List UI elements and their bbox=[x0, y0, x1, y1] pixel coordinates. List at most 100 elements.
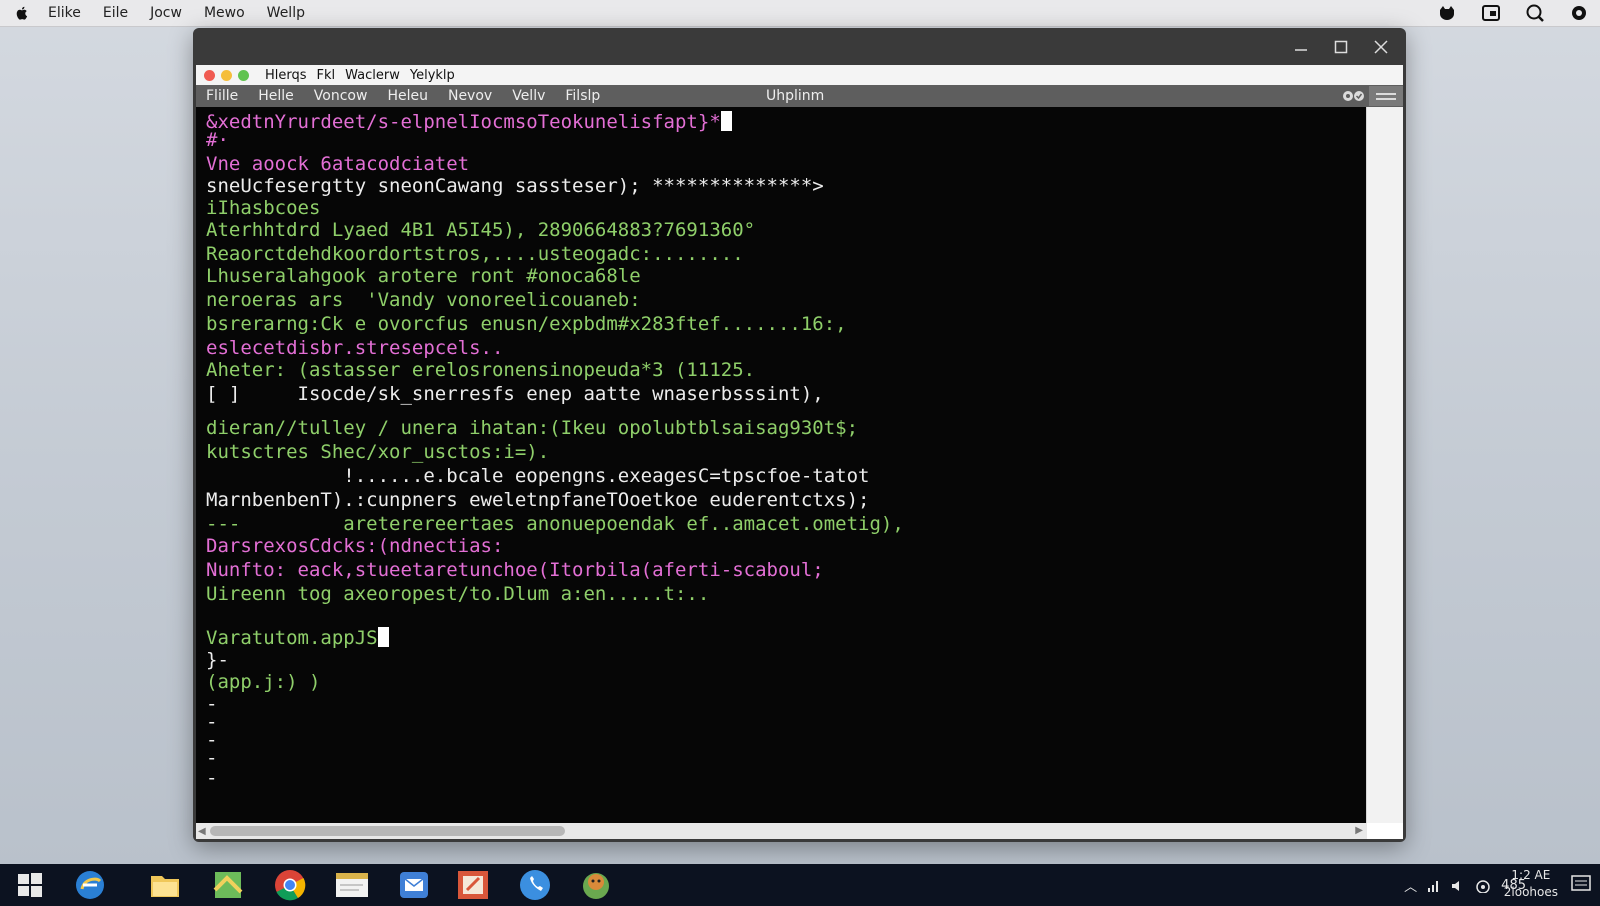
terminal-line: &xedtnYrurdeet/s-elpnelIocmsoTeokunelisf… bbox=[206, 111, 732, 133]
close-button[interactable] bbox=[1368, 36, 1394, 58]
terminal-line: #· bbox=[206, 129, 229, 151]
volume-icon[interactable] bbox=[1451, 879, 1465, 893]
tab-item-3[interactable]: Waclerw bbox=[345, 68, 400, 83]
settings-button[interactable] bbox=[1339, 87, 1369, 105]
terminal-line: Varatutom.appJS bbox=[206, 627, 389, 649]
green-dot-icon[interactable] bbox=[238, 69, 249, 81]
terminal-line-text: iIhasbcoes bbox=[206, 197, 321, 219]
minimize-icon bbox=[1295, 49, 1307, 51]
ie-browser-icon[interactable] bbox=[72, 868, 108, 902]
window-titlebar[interactable] bbox=[193, 28, 1406, 66]
settings-check-icon bbox=[1343, 91, 1364, 101]
app-menu-item-1[interactable]: Flille bbox=[206, 88, 238, 104]
clock-time: 1:2 AE bbox=[1511, 868, 1551, 882]
terminal-line: MarnbenbenT).:cunpners eweletnpfaneTOoet… bbox=[206, 489, 869, 511]
signal-icon[interactable] bbox=[1427, 879, 1441, 893]
terminal-line-text: (app.j:) ) bbox=[206, 671, 321, 693]
terminal-line: Reaorctdehdkoordortstros,....usteogadc:.… bbox=[206, 243, 744, 265]
terminal-line-text: MarnbenbenT).:cunpners eweletnpfaneTOoet… bbox=[206, 489, 870, 511]
yellow-dot-icon[interactable] bbox=[221, 69, 232, 81]
cat-icon[interactable] bbox=[1436, 2, 1458, 24]
wifi-icon[interactable] bbox=[1475, 879, 1491, 893]
menubar-item-2[interactable]: Eile bbox=[103, 5, 128, 21]
terminal-line: eslecetdisbr.stresepcels.. bbox=[206, 337, 503, 359]
tab-item-1[interactable]: Hlerqs bbox=[265, 68, 307, 83]
terminal-line: (app.j:) ) bbox=[206, 671, 320, 693]
window-icon[interactable] bbox=[1480, 2, 1502, 24]
inner-tabbar: Hlerqs Fkl Waclerw Yelyklp bbox=[196, 65, 1403, 86]
terminal-line-text: DarsrexosCdcks:(ndnectias: bbox=[206, 535, 504, 557]
terminal-line-text: [ ] Isocde/sk_snerresfs enep aatte wnase… bbox=[206, 383, 824, 405]
app-menu-item-4[interactable]: Heleu bbox=[387, 88, 428, 104]
terminal-line-text: sneUcfesergtty sneonCawang sassteser); *… bbox=[206, 175, 824, 197]
tab-item-4[interactable]: Yelyklp bbox=[410, 68, 455, 83]
app-menubar: Flille Helle Voncow Heleu Nevov Vellv Fi… bbox=[196, 85, 1403, 107]
maps-icon[interactable] bbox=[210, 868, 246, 902]
tab-item-2[interactable]: Fkl bbox=[317, 68, 336, 83]
notification-icon[interactable] bbox=[1570, 874, 1592, 894]
menubar-item-5[interactable]: Wellp bbox=[267, 5, 305, 21]
terminal-line-text: #· bbox=[206, 129, 229, 151]
terminal-line: sneUcfesergtty sneonCawang sassteser); *… bbox=[206, 175, 824, 197]
traffic-lights bbox=[204, 69, 255, 81]
terminal-line-text: Aheter: (astasser erelosronensinopeuda*3… bbox=[206, 359, 756, 381]
windows-start-icon[interactable] bbox=[12, 868, 48, 902]
app-menu-item-2[interactable]: Helle bbox=[258, 88, 294, 104]
vertical-scroll-rail[interactable] bbox=[1366, 107, 1403, 823]
system-menubar: Elike Eile Jocw Mewo Wellp bbox=[0, 0, 1600, 27]
terminal-line: Aterhhtdrd Lyaed 4B1 A5I45), 2890664883?… bbox=[206, 219, 755, 241]
taskbar: ︿ 485 1:2 AE 2ioohoes bbox=[0, 864, 1600, 906]
document-icon[interactable] bbox=[334, 868, 370, 902]
clock[interactable]: 1:2 AE 2ioohoes bbox=[1504, 867, 1558, 901]
terminal-line: !......e.bcale eopengns.exeagesC=tpscfoe… bbox=[206, 465, 869, 487]
chrome-icon[interactable] bbox=[272, 868, 308, 902]
game-icon[interactable] bbox=[578, 868, 614, 902]
chevron-up-icon[interactable]: ︿ bbox=[1404, 876, 1417, 895]
terminal-line-text: !......e.bcale eopengns.exeagesC=tpscfoe… bbox=[206, 465, 870, 487]
paint-icon[interactable] bbox=[455, 868, 491, 902]
terminal-line-text: eslecetdisbr.stresepcels.. bbox=[206, 337, 504, 359]
clock-date: 2ioohoes bbox=[1503, 885, 1558, 899]
terminal-line: Aheter: (astasser erelosronensinopeuda*3… bbox=[206, 359, 755, 381]
app-menu-item-3[interactable]: Voncow bbox=[314, 88, 368, 104]
files-folder-icon[interactable] bbox=[147, 868, 183, 902]
terminal-line: - bbox=[206, 747, 217, 769]
terminal-line-text: neroeras ars 'Vandy vonoreelicouaneb: bbox=[206, 289, 641, 311]
mail-icon[interactable] bbox=[396, 868, 432, 902]
terminal-line: Nunfto: eack,stueetaretunchoe(Itorbila(a… bbox=[206, 559, 824, 581]
terminal-line: iIhasbcoes bbox=[206, 197, 320, 219]
terminal-line-text: kutsctres Shec/xor_usctos:i=). bbox=[206, 441, 550, 463]
red-dot-icon[interactable] bbox=[204, 69, 215, 81]
terminal-line: kutsctres Shec/xor_usctos:i=). bbox=[206, 441, 549, 463]
terminal-output[interactable]: &xedtnYrurdeet/s-elpnelIocmsoTeokunelisf… bbox=[196, 107, 1367, 823]
menubar-item-3[interactable]: Jocw bbox=[150, 5, 182, 21]
scroll-right-icon[interactable]: ▶ bbox=[1355, 825, 1363, 836]
terminal-line-text: &xedtnYrurdeet/s-elpnelIocmsoTeokunelisf… bbox=[206, 111, 721, 133]
minimize-button[interactable] bbox=[1288, 36, 1314, 58]
scroll-left-icon[interactable]: ◀ bbox=[198, 826, 206, 837]
text-cursor bbox=[720, 111, 732, 131]
app-menu-item-5[interactable]: Nevov bbox=[448, 88, 492, 104]
app-menu-item-6[interactable]: Vellv bbox=[512, 88, 545, 104]
gear-icon[interactable] bbox=[1568, 2, 1590, 24]
search-icon[interactable] bbox=[1524, 2, 1546, 24]
phone-icon[interactable] bbox=[517, 868, 553, 902]
menubar-item-4[interactable]: Mewo bbox=[204, 5, 245, 21]
maximize-button[interactable] bbox=[1328, 36, 1354, 58]
terminal-line: Uireenn tog axeoropest/to.Dlum a:en.....… bbox=[206, 583, 709, 605]
terminal-line-text: Uireenn tog axeoropest/to.Dlum a:en.....… bbox=[206, 583, 710, 605]
app-menu-item-7[interactable]: Filslp bbox=[565, 88, 600, 104]
app-tools bbox=[1339, 85, 1403, 107]
terminal-line: DarsrexosCdcks:(ndnectias: bbox=[206, 535, 503, 557]
hamburger-menu-icon[interactable] bbox=[1369, 86, 1403, 106]
terminal-line-text: Varatutom.appJS bbox=[206, 627, 378, 649]
horizontal-scrollbar[interactable]: ◀ ▶ bbox=[196, 823, 1367, 839]
menubar-item-1[interactable]: Elike bbox=[48, 5, 81, 21]
terminal-line: --- areterereertaes anonuepoendak ef..am… bbox=[206, 513, 904, 535]
scroll-thumb[interactable] bbox=[210, 826, 565, 836]
window-content: Hlerqs Fkl Waclerw Yelyklp Flille Helle … bbox=[196, 65, 1403, 839]
apple-icon[interactable] bbox=[14, 5, 30, 21]
close-icon bbox=[1374, 40, 1388, 54]
terminal-line: }- bbox=[206, 649, 229, 671]
terminal-line: neroeras ars 'Vandy vonoreelicouaneb: bbox=[206, 289, 641, 311]
